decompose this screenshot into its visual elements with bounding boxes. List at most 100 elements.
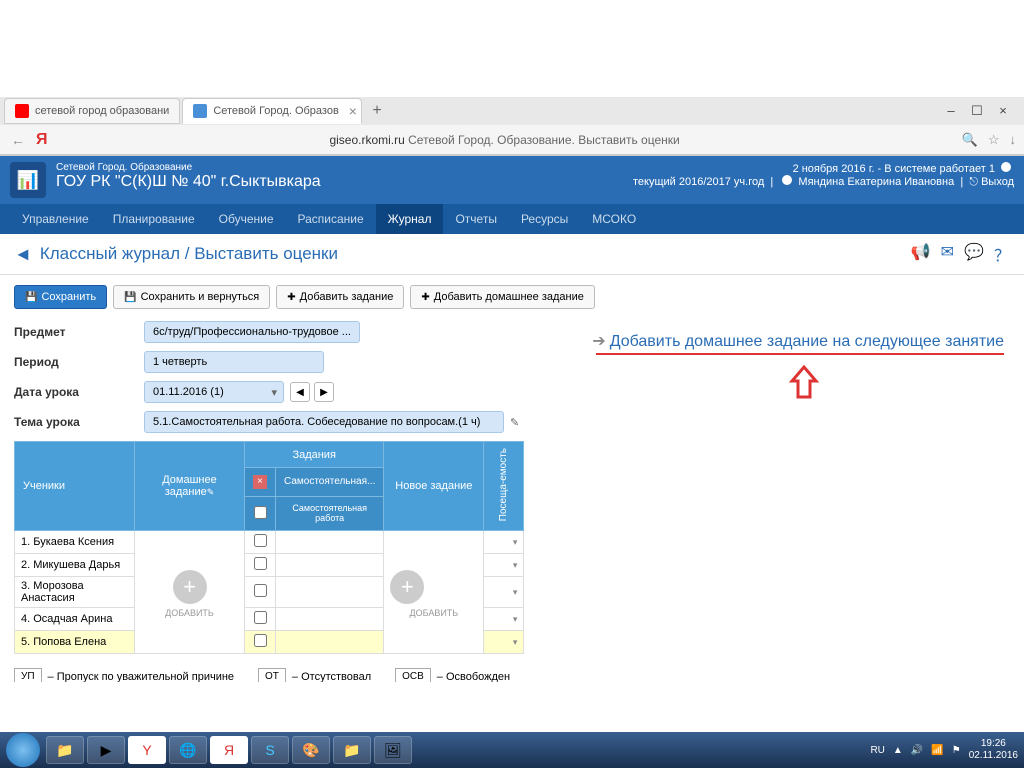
back-icon[interactable]: ◄: [14, 244, 32, 265]
taskbar-app[interactable]: 🎨: [292, 736, 330, 764]
student-name: 4. Осадчая Арина: [15, 608, 135, 631]
add-task-button[interactable]: ✚Добавить задание: [276, 285, 404, 309]
task-checkbox[interactable]: [245, 554, 276, 577]
task-checkbox-all[interactable]: [245, 496, 276, 531]
url-input[interactable]: giseo.rkomi.ru Сетевой Город. Образовани…: [56, 133, 954, 147]
save-button[interactable]: 💾Сохранить: [14, 285, 107, 309]
save-icon: 💾: [124, 292, 136, 303]
close-icon[interactable]: ×: [349, 103, 357, 119]
attendance-cell[interactable]: [484, 531, 524, 554]
browser-tab-2[interactable]: Сетевой Город. Образов ×: [182, 98, 362, 124]
nav-reports[interactable]: Отчеты: [443, 204, 508, 234]
nav-resources[interactable]: Ресурсы: [509, 204, 580, 234]
tray-volume-icon[interactable]: 🔊: [911, 745, 923, 756]
tray-up-icon[interactable]: ▲: [893, 745, 903, 756]
help-icon[interactable]: ？: [994, 242, 1010, 266]
tray-clock[interactable]: 19:26 02.11.2016: [969, 738, 1018, 762]
taskbar-app[interactable]: 📁: [333, 736, 371, 764]
edit-icon[interactable]: ✎: [510, 416, 519, 429]
task-checkbox[interactable]: [245, 577, 276, 608]
task-checkbox[interactable]: [245, 531, 276, 554]
prev-date-button[interactable]: ◀: [290, 382, 310, 402]
next-homework-link[interactable]: ➔Добавить домашнее задание на следующее …: [592, 331, 1004, 351]
app-subtitle: Сетевой Город. Образование: [56, 162, 633, 173]
taskbar-app[interactable]: S: [251, 736, 289, 764]
topic-value[interactable]: 5.1.Самостоятельная работа. Собеседовани…: [144, 411, 504, 433]
favicon-icon: [15, 104, 29, 118]
back-button[interactable]: ←: [8, 132, 28, 148]
browser-tab-1[interactable]: сетевой город образовани: [4, 98, 180, 124]
subject-value[interactable]: 6с/труд/Профессионально-трудовое ...: [144, 321, 360, 343]
nav-learning[interactable]: Обучение: [207, 204, 286, 234]
annotation-arrow-icon: [784, 363, 824, 403]
date-label: Дата урока: [14, 385, 144, 399]
person-icon: [782, 175, 792, 185]
plus-icon: ✚: [287, 292, 295, 303]
search-icon[interactable]: 🔍: [962, 132, 978, 148]
taskbar-app[interactable]: Я: [210, 736, 248, 764]
chat-icon[interactable]: 💬: [964, 242, 984, 266]
download-icon[interactable]: ↓: [1010, 132, 1017, 148]
nav-planning[interactable]: Планирование: [101, 204, 207, 234]
nav-schedule[interactable]: Расписание: [286, 204, 376, 234]
logout-icon: ⎋: [969, 176, 978, 188]
announce-icon[interactable]: 📢: [911, 242, 931, 266]
date-info: 2 ноября 2016 г. - В системе работает 1: [793, 163, 995, 175]
next-date-button[interactable]: ▶: [314, 382, 334, 402]
yandex-icon: Я: [36, 131, 48, 149]
logo-icon: 📊: [10, 162, 46, 198]
task-name-header[interactable]: Самостоятельная...: [276, 468, 384, 496]
tray-lang[interactable]: RU: [870, 745, 884, 756]
browser-chrome: сетевой город образовани Сетевой Город. …: [0, 97, 1024, 156]
year-link[interactable]: текущий 2016/2017 уч.год: [633, 176, 764, 188]
grade-cell[interactable]: [276, 577, 384, 608]
nav-msoko[interactable]: МСОКО: [580, 204, 648, 234]
attendance-cell[interactable]: [484, 577, 524, 608]
logout-link[interactable]: Выход: [981, 176, 1014, 188]
task-checkbox[interactable]: [245, 608, 276, 631]
attendance-cell[interactable]: [484, 631, 524, 654]
taskbar-app[interactable]: Y: [128, 736, 166, 764]
new-tab-button[interactable]: +: [364, 100, 389, 122]
legend-desc: – Отсутствовал: [292, 671, 371, 683]
attendance-cell[interactable]: [484, 608, 524, 631]
student-name: 5. Попова Елена: [15, 631, 135, 654]
taskbar-app[interactable]: 🌐: [169, 736, 207, 764]
mail-icon[interactable]: ✉: [941, 242, 954, 266]
add-task-cell[interactable]: +ДОБАВИТЬ: [384, 531, 484, 654]
maximize-button[interactable]: ☐: [968, 103, 986, 119]
minimize-button[interactable]: –: [942, 103, 960, 119]
star-icon[interactable]: ☆: [988, 132, 1000, 148]
attendance-header: Посеща-емость: [484, 442, 524, 531]
add-homework-button[interactable]: ✚Добавить домашнее задание: [410, 285, 595, 309]
attendance-cell[interactable]: [484, 554, 524, 577]
breadcrumb-bar: ◄ Классный журнал / Выставить оценки 📢 ✉…: [0, 234, 1024, 275]
annotation-underline: [596, 353, 1004, 355]
student-name: 1. Букаева Ксения: [15, 531, 135, 554]
taskbar-app[interactable]: 🖼: [374, 736, 412, 764]
save-return-button[interactable]: 💾Сохранить и вернуться: [113, 285, 270, 309]
nav-management[interactable]: Управление: [10, 204, 101, 234]
grade-cell[interactable]: [276, 608, 384, 631]
grade-cell[interactable]: [276, 531, 384, 554]
subject-label: Предмет: [14, 325, 144, 339]
app-header: 📊 Сетевой Город. Образование ГОУ РК "С(К…: [0, 156, 1024, 204]
period-value[interactable]: 1 четверть: [144, 351, 324, 373]
date-select[interactable]: 01.11.2016 (1): [144, 381, 284, 403]
taskbar-app[interactable]: 📁: [46, 736, 84, 764]
start-button[interactable]: [6, 733, 40, 767]
tray-network-icon[interactable]: 📶: [931, 745, 943, 756]
tab-bar: сетевой город образовани Сетевой Город. …: [0, 97, 1024, 125]
user-link[interactable]: Мяндина Екатерина Ивановна: [798, 176, 954, 188]
save-icon: 💾: [25, 292, 37, 303]
taskbar-app[interactable]: ▶: [87, 736, 125, 764]
nav-journal[interactable]: Журнал: [376, 204, 444, 234]
task-checkbox[interactable]: [245, 631, 276, 654]
grade-cell[interactable]: [276, 554, 384, 577]
add-homework-cell[interactable]: +ДОБАВИТЬ: [135, 531, 245, 654]
task-delete-header[interactable]: ×: [245, 468, 276, 496]
tray-flag-icon[interactable]: ⚑: [952, 745, 961, 756]
close-button[interactable]: ×: [994, 103, 1012, 119]
grade-cell[interactable]: [276, 631, 384, 654]
grade-table: Ученики Домашнее задание✎ Задания Новое …: [14, 441, 524, 654]
